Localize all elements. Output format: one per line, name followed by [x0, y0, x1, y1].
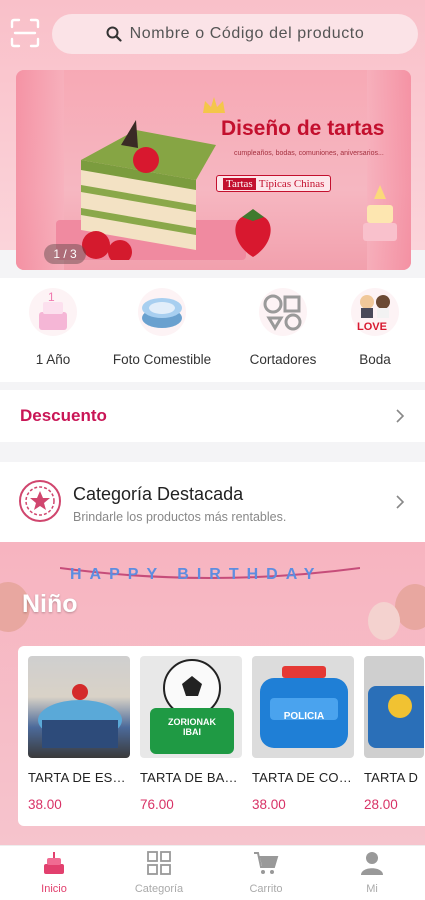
promo-banner[interactable]: Diseño de tartas cumpleaños, bodas, comu…: [16, 70, 411, 270]
discount-section[interactable]: Descuento: [0, 390, 425, 442]
banner-page-indicator: 1 / 3: [44, 244, 86, 264]
product-image: POLICIA: [252, 656, 354, 758]
cart-icon: [254, 852, 279, 874]
product-card[interactable]: POLICIA TARTA DE CO… 38.00: [252, 656, 356, 812]
product-image: [364, 656, 424, 758]
banner-tag-text: Típicas Chinas: [258, 177, 325, 190]
photo-cake-icon: [138, 288, 186, 336]
category-shortcuts: 1 1 Año Foto Comestible Cortadores LOVE …: [0, 278, 425, 382]
category-cortadores[interactable]: Cortadores: [233, 288, 333, 367]
search-input[interactable]: Nombre o Código del producto: [52, 14, 418, 54]
category-label: Boda: [359, 352, 391, 367]
chevron-right-icon: [396, 495, 405, 509]
cake-home-icon: [44, 852, 64, 874]
discount-title: Descuento: [20, 406, 107, 425]
bottom-tab-bar: Inicio Categoría Carrito Mi: [0, 845, 425, 900]
cookie-cutters-icon: [259, 288, 307, 336]
product-name: TARTA DE BA…: [140, 770, 238, 785]
balloon-decoration: [368, 602, 400, 640]
product-card[interactable]: ZORIONAK IBAI TARTA DE BA… 76.00: [140, 656, 244, 812]
category-foto-comestible[interactable]: Foto Comestible: [112, 288, 212, 367]
product-image: ZORIONAK IBAI: [140, 656, 242, 758]
featured-badge-icon: [19, 480, 61, 522]
product-price: 38.00: [28, 797, 62, 812]
product-price: 76.00: [140, 797, 174, 812]
strawberry-icon: [235, 209, 271, 257]
tab-categoria[interactable]: Categoría: [119, 850, 199, 895]
product-name: TARTA DE CO…: [252, 770, 352, 785]
svg-text:LOVE: LOVE: [357, 321, 387, 332]
category-label: 1 Año: [35, 352, 71, 367]
cake-inscription: ZORIONAK IBAI: [168, 717, 216, 737]
tab-carrito[interactable]: Carrito: [226, 850, 306, 895]
tab-label: Mi: [366, 883, 378, 895]
product-card[interactable]: TARTA DE ES… 38.00: [28, 656, 132, 812]
svg-text:1: 1: [48, 292, 55, 304]
cake-inscription: POLICIA: [283, 711, 325, 722]
banner-tag-highlight: Tartas: [223, 177, 256, 190]
product-name: TARTA D: [364, 770, 419, 785]
bunting-letters: HAPPY BIRTHDAY: [70, 566, 323, 583]
product-price: 28.00: [364, 797, 398, 812]
product-card[interactable]: TARTA D 28.00: [364, 656, 425, 812]
featured-title: Categoría Destacada: [73, 484, 244, 504]
featured-subtitle: Brindarle los productos más rentables.: [73, 510, 287, 524]
scan-icon[interactable]: [10, 18, 40, 48]
search-icon: [106, 26, 122, 42]
user-icon: [361, 852, 383, 875]
section-title: Niño: [22, 590, 78, 618]
cake-slice-illustration: [81, 120, 216, 260]
tab-label: Carrito: [249, 883, 283, 895]
banner-subtitle: cumpleaños, bodas, comuniones, aniversar…: [234, 150, 384, 157]
crown-icon: [203, 97, 225, 113]
banner-title: Diseño de tartas: [221, 117, 385, 140]
featured-category-section[interactable]: Categoría Destacada Brindarle los produc…: [0, 462, 425, 542]
category-label: Cortadores: [249, 352, 317, 367]
category-1-ano[interactable]: 1 1 Año: [3, 288, 103, 367]
birthday-cake-one-icon: 1: [29, 288, 77, 336]
tab-inicio[interactable]: Inicio: [14, 850, 94, 895]
grid-icon: [147, 851, 171, 875]
product-name: TARTA DE ES…: [28, 770, 126, 785]
wedding-love-icon: LOVE: [351, 288, 399, 336]
product-image: [28, 656, 130, 758]
product-carousel[interactable]: TARTA DE ES… 38.00 ZORIONAK IBAI TARTA D…: [18, 646, 425, 826]
category-label: Foto Comestible: [112, 352, 212, 367]
tab-mi[interactable]: Mi: [332, 850, 412, 895]
header: Nombre o Código del producto: [0, 0, 425, 68]
kids-section: HAPPY BIRTHDAY Niño TARTA DE ES… 38.00 Z…: [0, 542, 425, 847]
gift-cake-icon: [363, 185, 397, 241]
product-price: 38.00: [252, 797, 286, 812]
tab-label: Inicio: [41, 883, 67, 895]
tab-label: Categoría: [134, 883, 184, 895]
chevron-right-icon: [396, 409, 405, 423]
banner-tag: Tartas Típicas Chinas: [216, 175, 332, 192]
category-boda[interactable]: LOVE Boda: [325, 288, 425, 367]
search-placeholder: Nombre o Código del producto: [129, 25, 365, 42]
